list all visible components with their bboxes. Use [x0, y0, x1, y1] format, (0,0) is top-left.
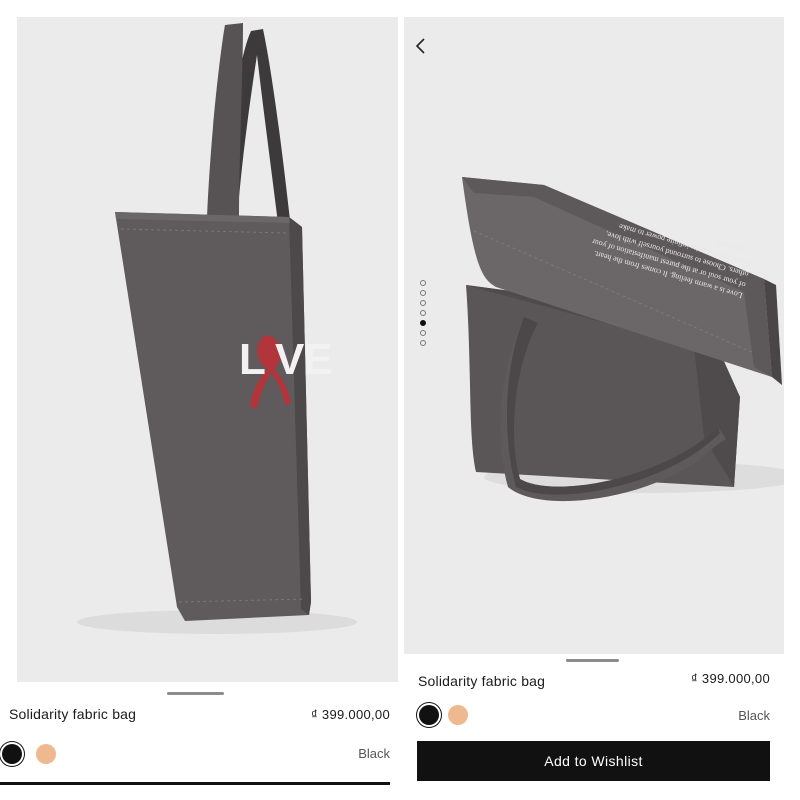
gallery-dot[interactable]	[420, 280, 426, 286]
selected-color-label: Black	[358, 746, 390, 761]
tote-bag-folded-image	[404, 17, 784, 654]
gallery-pagination	[420, 280, 428, 350]
gallery-dot[interactable]	[420, 290, 426, 296]
color-swatch-black[interactable]	[2, 744, 22, 764]
product-title: Solidarity fabric bag	[9, 706, 137, 722]
gallery-dot[interactable]	[420, 310, 426, 316]
bag-print-l: L	[239, 335, 266, 384]
product-card-left: L VE Solidarity fabric bag ₫ 399.000,00 …	[0, 0, 400, 800]
product-card-right: Love is a warm feeling. It comes from th…	[400, 0, 800, 800]
sheet-drag-handle[interactable]	[566, 659, 619, 662]
sheet-drag-handle[interactable]	[167, 692, 224, 695]
product-price: ₫ 399.000,00	[311, 707, 390, 722]
selected-color-label: Black	[738, 708, 770, 723]
tote-bag-front-image	[17, 17, 398, 682]
gallery-dot-active[interactable]	[420, 320, 426, 326]
gallery-dot[interactable]	[420, 340, 426, 346]
product-title: Solidarity fabric bag	[418, 673, 546, 689]
gallery-dot[interactable]	[420, 330, 426, 336]
gallery-dot[interactable]	[420, 300, 426, 306]
product-photo-front[interactable]: L VE	[17, 17, 398, 682]
add-to-wishlist-button[interactable]: Add to Wishlist	[417, 741, 770, 781]
bag-print-ve: VE	[275, 335, 333, 384]
product-photo-folded[interactable]: Love is a warm feeling. It comes from th…	[404, 17, 784, 654]
back-chevron-icon[interactable]	[414, 36, 428, 56]
color-swatch-peach[interactable]	[448, 705, 468, 725]
color-swatch-peach[interactable]	[36, 744, 56, 764]
product-price: ₫ 399.000,00	[691, 671, 770, 686]
bottom-divider	[0, 782, 390, 785]
color-swatch-black[interactable]	[419, 705, 439, 725]
